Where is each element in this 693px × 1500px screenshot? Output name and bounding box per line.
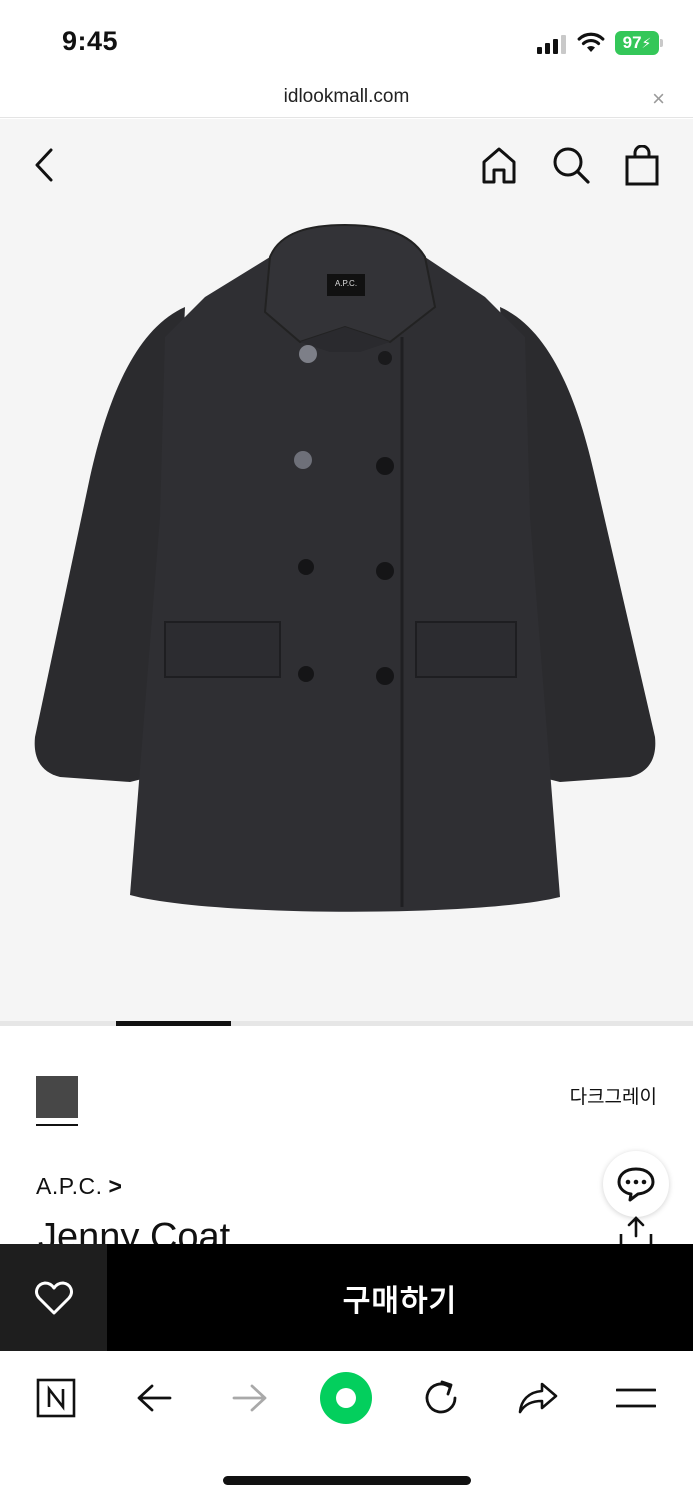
search-icon[interactable] bbox=[549, 143, 593, 187]
home-icon[interactable] bbox=[478, 143, 520, 187]
selected-swatch-underline bbox=[36, 1124, 78, 1126]
brand-name: A.P.C. bbox=[36, 1173, 103, 1199]
cellular-signal-icon bbox=[537, 34, 566, 54]
browser-toolbar bbox=[0, 1351, 693, 1500]
naver-n-icon[interactable] bbox=[26, 1373, 86, 1423]
status-bar: 9:45 97 ⚡ bbox=[0, 0, 693, 82]
heart-icon bbox=[34, 1281, 73, 1314]
wifi-icon bbox=[577, 32, 605, 52]
forward-icon[interactable] bbox=[220, 1373, 280, 1423]
share-forward-icon[interactable] bbox=[508, 1373, 568, 1423]
home-indicator[interactable] bbox=[223, 1476, 471, 1485]
color-swatch[interactable] bbox=[36, 1076, 78, 1118]
buy-button[interactable]: 구매하기 bbox=[107, 1244, 693, 1351]
share-icon[interactable] bbox=[617, 1216, 655, 1244]
battery-charging-icon: 97 ⚡ bbox=[615, 31, 663, 55]
color-name: 다크그레이 bbox=[569, 1087, 657, 1108]
back-icon[interactable] bbox=[124, 1373, 184, 1423]
product-name: Jenny Coat bbox=[38, 1216, 231, 1244]
menu-icon[interactable] bbox=[606, 1373, 666, 1423]
shopping-bag-icon[interactable] bbox=[620, 143, 664, 189]
purchase-bar: 구매하기 bbox=[0, 1244, 693, 1351]
wishlist-button[interactable] bbox=[0, 1244, 107, 1351]
brand-link[interactable]: A.P.C. > bbox=[36, 1173, 122, 1200]
url-bar: idlookmall.com × bbox=[0, 82, 693, 118]
product-info: 다크그레이 A.P.C. > Jenny Coat bbox=[0, 1026, 693, 1244]
chevron-right-icon: > bbox=[108, 1173, 123, 1199]
coat-label-text: A.P.C. bbox=[335, 279, 357, 288]
back-arrow-icon[interactable] bbox=[26, 145, 62, 185]
status-time: 9:45 bbox=[62, 26, 119, 56]
battery-level: 97 bbox=[622, 33, 642, 52]
coat-product-image: A.P.C. bbox=[34, 223, 656, 912]
close-icon[interactable]: × bbox=[652, 86, 665, 112]
chat-bubble-icon bbox=[617, 1167, 655, 1202]
product-image-gallery[interactable]: A.P.C. bbox=[0, 119, 693, 1024]
green-circle-icon[interactable] bbox=[316, 1372, 376, 1424]
url-text[interactable]: idlookmall.com bbox=[0, 86, 693, 108]
chat-button[interactable] bbox=[603, 1151, 669, 1217]
reload-icon[interactable] bbox=[411, 1373, 471, 1423]
